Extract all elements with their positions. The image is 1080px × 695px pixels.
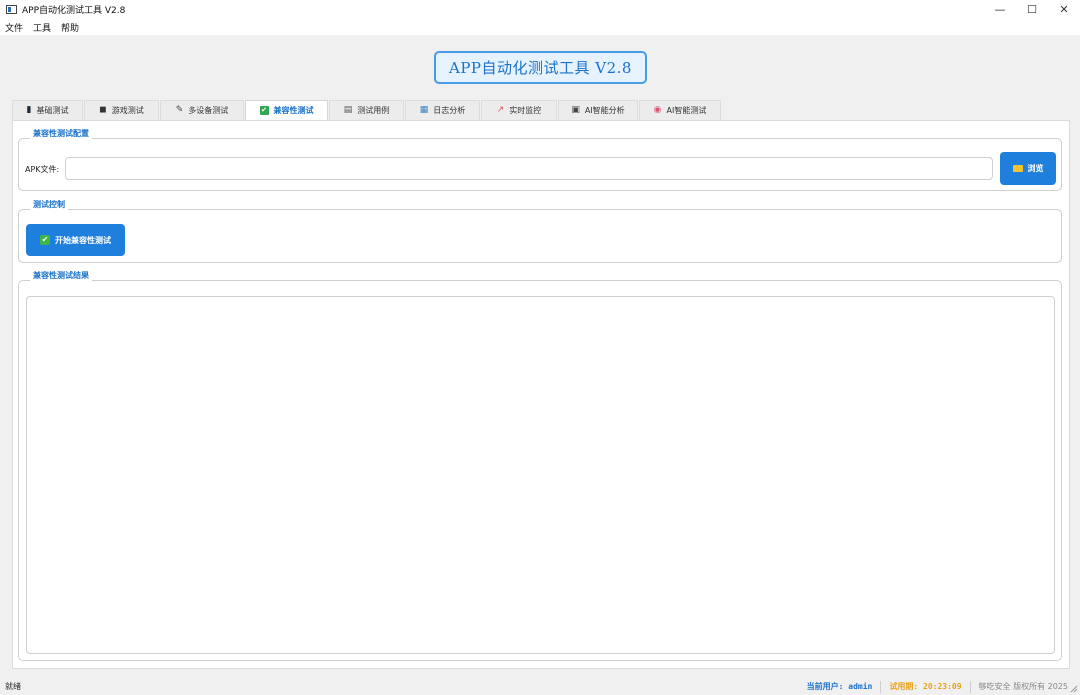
tab-game-test[interactable]: ◼ 游戏测试 (84, 100, 159, 120)
browse-button[interactable]: 浏览 (1000, 152, 1056, 185)
maximize-button[interactable]: ☐ (1016, 0, 1048, 19)
resize-grip-icon[interactable] (1070, 685, 1078, 693)
results-group-title: 兼容性测试结果 (30, 270, 92, 281)
chart-icon: ▦ (419, 105, 429, 115)
checkbox-icon: ✔ (40, 235, 50, 245)
start-button-label: 开始兼容性测试 (55, 235, 111, 245)
tab-label: AI智能分析 (584, 106, 625, 115)
tab-label: 游戏测试 (111, 106, 144, 115)
tab-label: 基础测试 (36, 106, 69, 115)
results-text-area[interactable] (26, 296, 1055, 654)
trend-icon: ↗ (496, 105, 505, 115)
tab-label: AI智能测试 (666, 106, 707, 115)
browse-button-label: 浏览 (1027, 164, 1044, 173)
robot-icon: ▣ (571, 105, 580, 115)
current-user: 当前用户: admin (806, 682, 873, 691)
trial-period: 试用期: 20:23:09 (889, 682, 962, 691)
tab-test-cases[interactable]: ▤ 测试用例 (329, 100, 404, 120)
config-group-title: 兼容性测试配置 (30, 128, 92, 139)
minimize-button[interactable]: — (984, 0, 1016, 19)
start-compatibility-test-button[interactable]: ✔ 开始兼容性测试 (26, 224, 125, 256)
window-title: APP自动化测试工具 V2.8 (22, 6, 126, 16)
tab-ai-analysis[interactable]: ▣ AI智能分析 (558, 100, 638, 120)
status-text: 就绪 (5, 682, 21, 691)
menu-bar: 文件 工具 帮助 (0, 19, 1080, 35)
app-icon (6, 5, 17, 14)
status-divider (969, 680, 971, 693)
status-bar: 就绪 当前用户: admin 试用期: 20:23:09 够吃安全 版权所有 2… (0, 678, 1080, 695)
tab-log-analysis[interactable]: ▦ 日志分析 (405, 100, 480, 120)
status-right: 当前用户: admin 试用期: 20:23:09 够吃安全 版权所有 2025 (806, 680, 1068, 693)
check-icon: ✔ (259, 106, 269, 115)
tab-multi-device-test[interactable]: ✎ 多设备测试 (160, 100, 244, 120)
app-header-title: APP自动化测试工具 V2.8 (434, 51, 647, 84)
status-divider (880, 680, 882, 693)
tab-bar: ▮ 基础测试 ◼ 游戏测试 ✎ 多设备测试 ✔ 兼容性测试 ▤ 测试用例 ▦ 日… (12, 100, 722, 120)
tab-label: 多设备测试 (188, 106, 229, 115)
tab-realtime-monitor[interactable]: ↗ 实时监控 (481, 100, 557, 120)
folder-icon (1012, 165, 1023, 172)
close-button[interactable]: ✕ (1048, 0, 1080, 19)
tab-label: 实时监控 (509, 106, 542, 115)
apk-file-input[interactable] (65, 157, 993, 180)
menu-file[interactable]: 文件 (5, 21, 23, 34)
tab-label: 测试用例 (357, 106, 390, 115)
control-group (18, 209, 1062, 263)
tab-ai-testing[interactable]: ◉ AI智能测试 (639, 100, 721, 120)
tab-label: 兼容性测试 (273, 106, 314, 115)
tab-basic-test[interactable]: ▮ 基础测试 (12, 100, 83, 120)
pen-icon: ✎ (175, 105, 184, 115)
menu-tools[interactable]: 工具 (33, 21, 51, 34)
copyright: 够吃安全 版权所有 2025 (978, 682, 1068, 691)
title-bar: APP自动化测试工具 V2.8 — ☐ ✕ (0, 0, 1080, 19)
brain-icon: ◉ (653, 105, 662, 115)
clipboard-icon: ▤ (343, 105, 353, 115)
phone-icon: ▮ (26, 105, 32, 115)
tab-label: 日志分析 (433, 106, 466, 115)
apk-file-label: APK文件: (25, 165, 60, 174)
tab-compatibility-test[interactable]: ✔ 兼容性测试 (245, 100, 328, 120)
control-group-title: 测试控制 (30, 199, 68, 210)
menu-help[interactable]: 帮助 (61, 21, 79, 34)
gamepad-icon: ◼ (99, 105, 107, 115)
window-controls: — ☐ ✕ (984, 0, 1080, 19)
